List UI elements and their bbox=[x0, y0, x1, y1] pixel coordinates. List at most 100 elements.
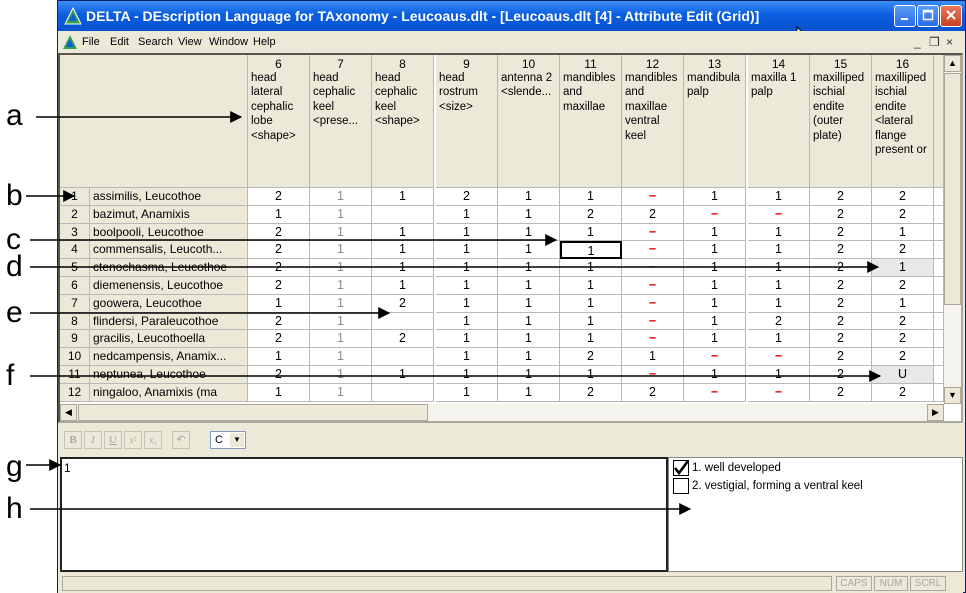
column-header-8[interactable]: 8 head cephalic keel <shape> bbox=[372, 55, 434, 188]
grid-cell[interactable]: 1 bbox=[872, 294, 934, 313]
grid-cell[interactable]: 2 bbox=[872, 348, 934, 366]
grid-cell[interactable]: U bbox=[872, 366, 934, 384]
scroll-up-icon[interactable]: ▲ bbox=[944, 55, 961, 72]
grid-cell[interactable]: 1 bbox=[872, 223, 934, 242]
state-item-2[interactable]: 2. vestigial, forming a ventral keel bbox=[673, 478, 953, 496]
vertical-scroll-thumb[interactable] bbox=[944, 73, 961, 305]
grid-cell[interactable] bbox=[372, 205, 434, 224]
grid-cell[interactable]: 2 bbox=[436, 188, 498, 206]
grid-cell[interactable]: 1 bbox=[684, 223, 746, 242]
grid-cell[interactable]: 1 bbox=[436, 277, 498, 295]
grid-cell[interactable]: 1 bbox=[684, 188, 746, 206]
row-number[interactable]: 2 bbox=[60, 205, 90, 224]
taxon-name[interactable]: commensalis, Leucoth... bbox=[90, 241, 248, 260]
grid-cell[interactable]: 1 bbox=[560, 188, 622, 206]
taxon-name[interactable]: assimilis, Leucothoe bbox=[90, 188, 248, 206]
menu-help[interactable]: Help bbox=[253, 36, 276, 48]
grid-cell[interactable]: 2 bbox=[810, 241, 872, 260]
grid-cell[interactable]: 1 bbox=[684, 312, 746, 331]
grid-cell[interactable]: 1 bbox=[498, 330, 560, 349]
grid-cell[interactable]: 1 bbox=[684, 366, 746, 384]
grid-cell[interactable]: 2 bbox=[622, 205, 684, 224]
grid-cell[interactable]: 1 bbox=[748, 223, 810, 242]
grid-cell[interactable]: 2 bbox=[248, 312, 310, 331]
grid-cell[interactable]: − bbox=[622, 312, 684, 331]
italic-button[interactable]: I bbox=[84, 431, 102, 449]
grid-cell[interactable]: − bbox=[622, 259, 684, 277]
grid-cell[interactable]: 2 bbox=[372, 294, 434, 313]
scroll-left-icon[interactable]: ◀ bbox=[60, 404, 77, 421]
grid-cell[interactable]: − bbox=[748, 383, 810, 402]
grid-cell[interactable]: 1 bbox=[310, 259, 372, 277]
bold-button[interactable]: B bbox=[64, 431, 82, 449]
grid-cell[interactable]: 2 bbox=[248, 241, 310, 260]
grid-cell[interactable]: 1 bbox=[684, 330, 746, 349]
taxon-name[interactable]: boolpooli, Leucothoe bbox=[90, 223, 248, 242]
grid-cell[interactable]: 2 bbox=[748, 312, 810, 331]
taxon-name[interactable]: flindersi, Paraleucothoe bbox=[90, 312, 248, 331]
column-header-13[interactable]: 13 mandibula palp bbox=[684, 55, 746, 188]
column-header-7[interactable]: 7 head cephalic keel <prese... bbox=[310, 55, 372, 188]
grid-cell[interactable]: 1 bbox=[372, 277, 434, 295]
grid-cell[interactable]: 2 bbox=[810, 259, 872, 277]
menu-search[interactable]: Search bbox=[138, 36, 173, 48]
grid-cell[interactable]: 1 bbox=[872, 259, 934, 277]
column-header-15[interactable]: 15 maxilliped ischial endite (outer plate… bbox=[810, 55, 872, 188]
grid-cell[interactable]: 1 bbox=[498, 312, 560, 331]
grid-cell[interactable]: 1 bbox=[748, 294, 810, 313]
grid-cell[interactable]: 2 bbox=[810, 223, 872, 242]
grid-cell[interactable]: 1 bbox=[248, 383, 310, 402]
grid-cell[interactable]: 2 bbox=[248, 330, 310, 349]
grid-cell[interactable]: − bbox=[622, 188, 684, 206]
grid-cell[interactable]: − bbox=[622, 330, 684, 349]
grid-cell[interactable]: 1 bbox=[684, 259, 746, 277]
grid-cell[interactable]: 1 bbox=[436, 383, 498, 402]
menu-window[interactable]: Window bbox=[209, 36, 248, 48]
grid-cell[interactable]: 2 bbox=[810, 330, 872, 349]
chevron-down-icon[interactable]: ▼ bbox=[230, 433, 244, 447]
grid-cell[interactable]: 1 bbox=[498, 188, 560, 206]
horizontal-scrollbar[interactable]: ◀ ▶ bbox=[60, 404, 944, 421]
row-number[interactable]: 6 bbox=[60, 277, 90, 295]
grid-cell[interactable]: 1 bbox=[372, 223, 434, 242]
row-number[interactable]: 10 bbox=[60, 348, 90, 366]
taxon-name[interactable]: diemenensis, Leucothoe bbox=[90, 277, 248, 295]
grid-cell[interactable]: − bbox=[684, 205, 746, 224]
row-number[interactable]: 8 bbox=[60, 312, 90, 331]
vertical-scrollbar[interactable]: ▲ ▼ bbox=[944, 55, 961, 404]
maximize-button[interactable] bbox=[917, 5, 939, 27]
taxon-name[interactable]: goowera, Leucothoe bbox=[90, 294, 248, 313]
grid-cell[interactable]: 1 bbox=[310, 312, 372, 331]
grid-cell[interactable]: 1 bbox=[684, 294, 746, 313]
grid-cell[interactable]: 1 bbox=[310, 205, 372, 224]
grid-cell[interactable]: 1 bbox=[498, 223, 560, 242]
column-header-6[interactable]: 6 head lateral cephalic lobe <shape> bbox=[248, 55, 310, 188]
grid-cell[interactable]: 1 bbox=[748, 241, 810, 260]
grid-cell[interactable]: 1 bbox=[372, 366, 434, 384]
grid-cell[interactable] bbox=[372, 312, 434, 331]
grid-cell[interactable]: 1 bbox=[498, 294, 560, 313]
subscript-button[interactable]: x₂ bbox=[144, 431, 162, 449]
grid-cell[interactable]: 1 bbox=[248, 348, 310, 366]
grid-cell[interactable]: 1 bbox=[248, 294, 310, 313]
grid-cell[interactable]: 1 bbox=[684, 241, 746, 260]
grid-cell[interactable]: − bbox=[684, 383, 746, 402]
grid-cell[interactable]: 1 bbox=[498, 383, 560, 402]
grid-cell[interactable]: − bbox=[684, 348, 746, 366]
grid-cell[interactable]: 1 bbox=[310, 348, 372, 366]
row-number[interactable]: 5 bbox=[60, 259, 90, 277]
grid-cell[interactable]: 1 bbox=[748, 259, 810, 277]
column-header-9[interactable]: 9 head rostrum <size> bbox=[436, 55, 498, 188]
grid-cell[interactable]: 2 bbox=[560, 348, 622, 366]
grid-cell[interactable]: 2 bbox=[248, 223, 310, 242]
taxon-name[interactable]: nedcampensis, Anamix... bbox=[90, 348, 248, 366]
row-number[interactable]: 12 bbox=[60, 383, 90, 402]
column-header-14[interactable]: 14 maxilla 1 palp bbox=[748, 55, 810, 188]
grid-cell[interactable]: 1 bbox=[560, 312, 622, 331]
grid-cell[interactable]: 1 bbox=[436, 312, 498, 331]
grid-cell[interactable]: 2 bbox=[248, 188, 310, 206]
grid-cell[interactable]: 2 bbox=[872, 205, 934, 224]
undo-button[interactable]: ↶ bbox=[172, 431, 190, 449]
grid-cell[interactable]: 2 bbox=[560, 205, 622, 224]
grid-cell[interactable]: 1 bbox=[310, 277, 372, 295]
